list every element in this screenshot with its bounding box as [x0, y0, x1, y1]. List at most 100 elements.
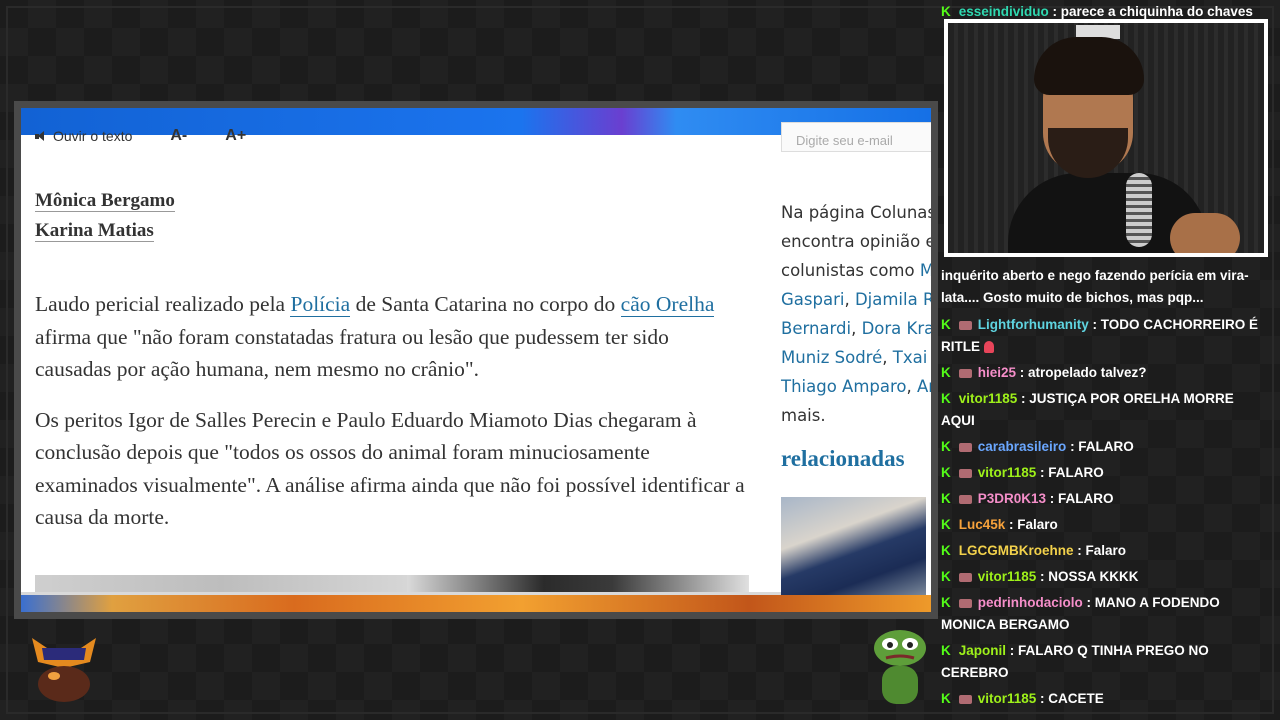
newsletter-email-input[interactable]: Digite seu e-mail [781, 122, 931, 152]
columnist-link[interactable]: Bernardi [781, 319, 851, 338]
paragraph-text: de Santa Catarina no corpo do [350, 292, 621, 316]
sidebar-text: Na página Colunas [781, 203, 931, 222]
chat-message: Kvitor1185 : NOSSA KKKK [941, 566, 1266, 588]
chat-text: : NOSSA KKKK [1036, 569, 1139, 584]
chat-message: K Lightforhumanity : TODO CACHORREIRO É R… [941, 314, 1266, 358]
red-flag-emoji-icon [984, 341, 994, 354]
subscriber-badge-icon [958, 598, 972, 608]
chat-username[interactable]: vitor1185 [978, 465, 1037, 480]
kick-k-icon: K [941, 365, 951, 380]
streamer-hand [1170, 213, 1240, 253]
chat-message: Kvitor1185 : FALARO [941, 462, 1266, 484]
chat-username[interactable]: LGCGMBKroehne [959, 543, 1074, 558]
subscriber-badge-icon [958, 494, 972, 504]
chat-username[interactable]: hiei25 [978, 365, 1016, 380]
chat-username[interactable]: vitor1185 [978, 569, 1037, 584]
pepe-frog-emote-icon [874, 630, 926, 704]
chat-username[interactable]: carabrasileiro [978, 439, 1067, 454]
chat-text: : FALARO [1066, 439, 1134, 454]
chat-message: K Japonil : FALARO Q TINHA PREGO NO CEREB… [941, 640, 1266, 684]
chat-username[interactable]: Japonil [959, 643, 1006, 658]
chat-message: Kvitor1185 : JUSTIÇA POR ORELHA MORRE AQ… [941, 388, 1266, 432]
subscriber-badge-icon [958, 572, 972, 582]
author-link[interactable]: Karina Matias [35, 220, 154, 242]
columns-sidebar: Na página Colunas encontra opinião e col… [781, 198, 931, 430]
chat-text: inquérito aberto e nego fazendo perícia … [941, 268, 1249, 305]
kick-k-icon: K [941, 439, 951, 454]
columnist-link[interactable]: Txai S [893, 348, 931, 367]
chat-username[interactable]: P3DR0K13 [978, 491, 1046, 506]
mascot-emote-icon [32, 638, 96, 702]
listen-button[interactable]: Ouvir o texto [35, 128, 132, 144]
chat-message: K P3DR0K13 : FALARO [941, 488, 1266, 510]
columnist-link[interactable]: Djamila Ri [855, 290, 931, 309]
chat-username[interactable]: Luc45k [959, 517, 1006, 532]
columnist-link[interactable]: Gaspari [781, 290, 844, 309]
chat-message: K LGCGMBKroehne : Falaro [941, 540, 1266, 562]
columnist-link[interactable]: An [917, 377, 931, 396]
kick-k-icon: K [941, 643, 951, 658]
separator: , [851, 319, 862, 338]
kick-k-icon: K [941, 317, 951, 332]
chat-username[interactable]: vitor1185 [978, 691, 1037, 706]
microphone [1126, 173, 1152, 247]
sidebar-text: colunistas como [781, 261, 920, 280]
subscriber-badge-icon [958, 468, 972, 478]
article-paragraph: Os peritos Igor de Salles Perecin e Paul… [35, 407, 745, 530]
chat-text: : FALARO [1046, 491, 1114, 506]
footer-banner [21, 595, 931, 612]
chat-message: inquérito aberto e nego fazendo perícia … [941, 265, 1266, 309]
separator: , [906, 377, 918, 396]
kick-k-icon: K [941, 517, 951, 532]
author-link[interactable]: Mônica Bergamo [35, 190, 175, 212]
subscriber-badge-icon [958, 368, 972, 378]
article-paragraph: Laudo pericial realizado pela Polícia de… [35, 288, 745, 386]
author-list: Mônica Bergamo Karina Matias [35, 190, 175, 250]
webcam-feed [944, 19, 1268, 257]
chat-text: : CACETE [1036, 691, 1104, 706]
article-body: Laudo pericial realizado pela Polícia de… [35, 288, 745, 552]
columnist-link[interactable]: Dora Kram [862, 319, 931, 338]
chat-username[interactable]: pedrinhodaciolo [978, 595, 1083, 610]
chat-text: : parece a chiquinha do chaves [1048, 4, 1253, 19]
chat-message: Kpedrinhodaciolo : MANO A FODENDO MONICA… [941, 592, 1266, 636]
related-article-thumbnail[interactable] [781, 497, 926, 595]
speaker-icon [35, 131, 47, 141]
subscriber-badge-icon [958, 442, 972, 452]
chat-message: Kvitor1185 : CACETE [941, 688, 1266, 710]
chat-username[interactable]: esseindividuo [959, 4, 1049, 19]
chat-message: Khiei25 : atropelado talvez? [941, 362, 1266, 384]
chat-message: Kcarabrasileiro : FALARO [941, 436, 1266, 458]
cao-orelha-link[interactable]: cão Orelha [620, 292, 715, 317]
subscriber-badge-icon [958, 320, 972, 330]
sidebar-text: encontra opinião e [781, 232, 931, 251]
columnist-link[interactable]: Thiago Amparo [781, 377, 907, 396]
news-article-page: Ouvir o texto A- A+ Digite seu e-mail Mô… [21, 108, 931, 612]
kick-k-icon: K [941, 491, 951, 506]
streamer-hair [1034, 37, 1144, 95]
listen-label: Ouvir o texto [53, 128, 133, 144]
separator: , [844, 290, 855, 309]
subscriber-badge-icon [958, 694, 972, 704]
kick-k-icon: K [941, 595, 951, 610]
columnist-link[interactable]: Mô [920, 261, 931, 280]
chat-username[interactable]: Lightforhumanity [978, 317, 1089, 332]
separator: , [882, 348, 893, 367]
browser-capture: Ouvir o texto A- A+ Digite seu e-mail Mô… [14, 101, 938, 619]
kick-k-icon: K [941, 569, 951, 584]
columnist-link[interactable]: Muniz Sodré [781, 348, 882, 367]
font-smaller-button[interactable]: A- [170, 127, 187, 145]
paragraph-text: afirma que "não foram constatadas fratur… [35, 324, 669, 382]
related-heading: relacionadas [781, 446, 905, 471]
article-toolbar: Ouvir o texto A- A+ [35, 127, 246, 145]
font-larger-button[interactable]: A+ [225, 127, 246, 145]
chat-text: : atropelado talvez? [1016, 365, 1147, 380]
kick-k-icon: K [941, 4, 951, 19]
chat-message: K Luc45k : Falaro [941, 514, 1266, 536]
sidebar-text: mais. [781, 406, 826, 425]
chat-text: : Falaro [1005, 517, 1058, 532]
chat-username[interactable]: vitor1185 [959, 391, 1018, 406]
paragraph-text: Laudo pericial realizado pela [35, 292, 291, 316]
kick-k-icon: K [941, 543, 951, 558]
policia-link[interactable]: Polícia [290, 292, 351, 317]
